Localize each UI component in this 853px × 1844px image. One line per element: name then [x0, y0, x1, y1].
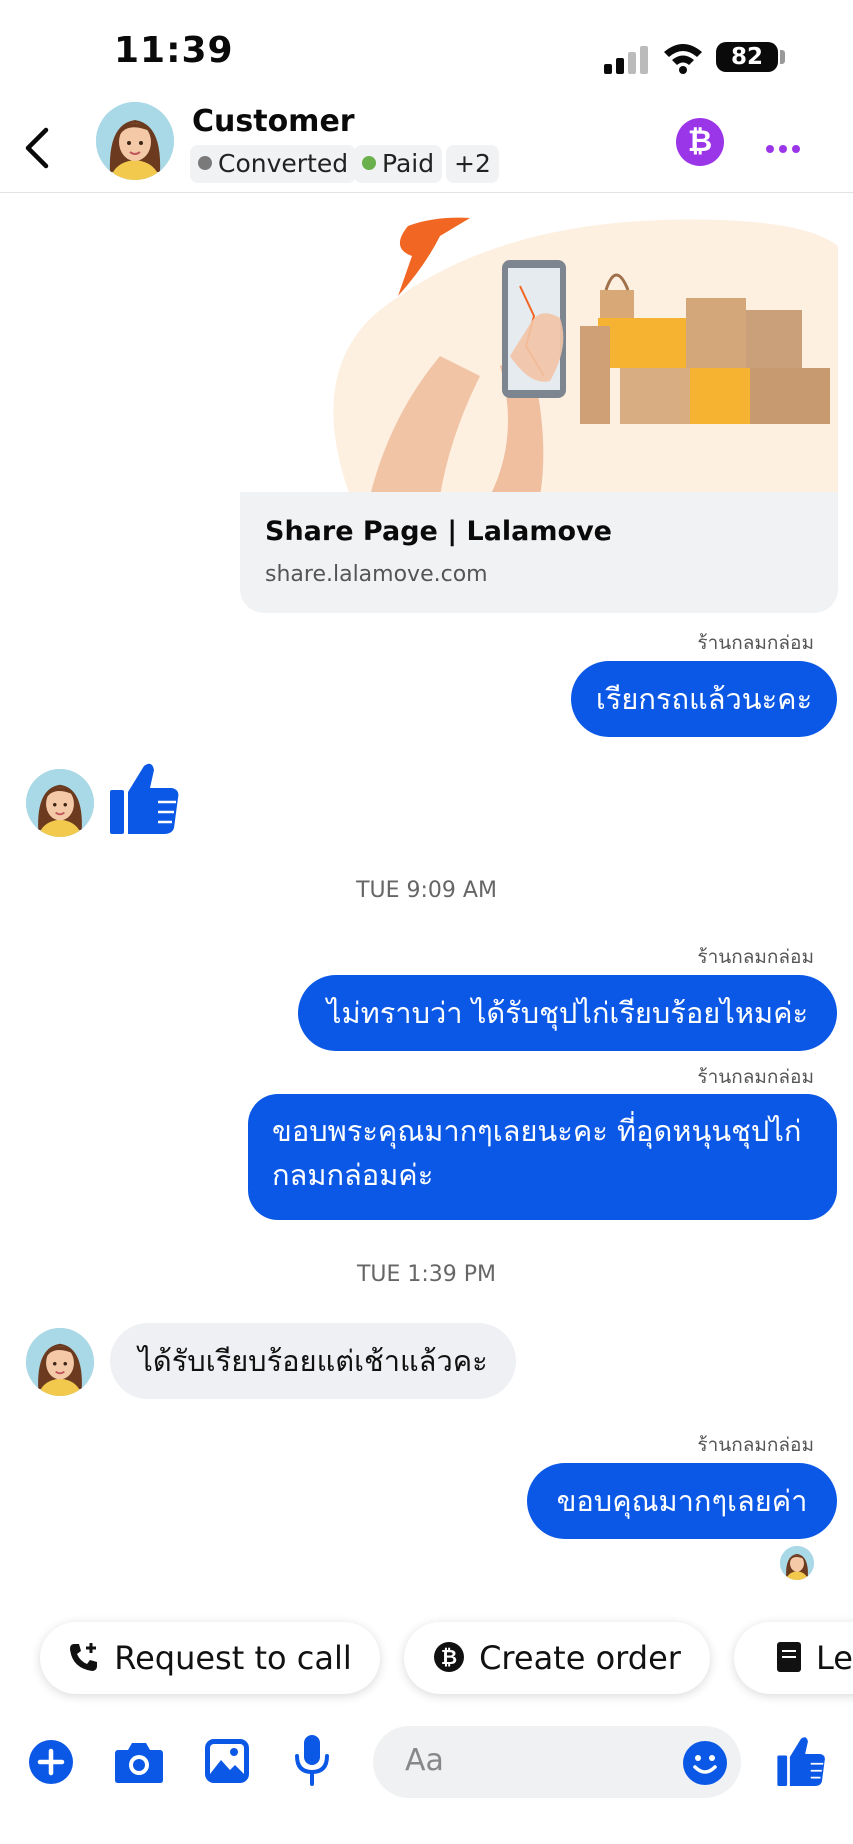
- contact-name[interactable]: Customer: [192, 104, 355, 139]
- sender-name: ร้านกลมกล่อม: [697, 1066, 814, 1088]
- tag-converted[interactable]: Converted: [190, 145, 357, 183]
- lead-chip[interactable]: Le: [734, 1622, 853, 1694]
- wifi-icon: [664, 44, 702, 74]
- tag-label: Paid: [382, 149, 435, 178]
- lalamove-illustration: [240, 206, 838, 496]
- cellular-signal-icon: [604, 46, 648, 74]
- timestamp: TUE 1:39 PM: [356, 1262, 497, 1287]
- link-card-footer: [240, 492, 838, 613]
- header-divider: [0, 192, 853, 193]
- thumbs-up-send-icon[interactable]: [776, 1734, 826, 1788]
- contact-avatar[interactable]: [96, 102, 174, 180]
- outgoing-message-bubble[interactable]: ขอบพระคุณมากๆเลยนะคะ ที่อุดหนุนชุปไก่ กล…: [248, 1094, 837, 1220]
- outgoing-message-bubble[interactable]: ขอบคุณมากๆเลยค่า: [527, 1463, 837, 1539]
- battery-indicator: 82: [716, 42, 778, 72]
- sender-name: ร้านกลมกล่อม: [697, 632, 814, 654]
- gallery-icon[interactable]: [204, 1738, 250, 1784]
- document-icon: [777, 1642, 801, 1672]
- outgoing-message-bubble[interactable]: ไม่ทราบว่า ได้รับชุปไก่เรียบร้อยไหมค่ะ: [298, 975, 837, 1051]
- tag-dot: [198, 156, 212, 170]
- bitcoin-icon[interactable]: ₿: [676, 118, 724, 166]
- camera-icon[interactable]: [114, 1740, 164, 1784]
- more-options-icon[interactable]: [766, 138, 805, 157]
- microphone-icon[interactable]: [294, 1734, 330, 1786]
- create-order-chip[interactable]: ₿ Create order: [404, 1622, 710, 1694]
- tag-more[interactable]: +2: [446, 145, 499, 183]
- woman-avatar-icon: [96, 102, 174, 180]
- thumbs-up-icon[interactable]: [108, 760, 180, 836]
- emoji-icon[interactable]: [682, 1740, 728, 1786]
- status-time: 11:39: [114, 30, 234, 71]
- message-line: กลมกล่อมค่ะ: [272, 1158, 434, 1192]
- sender-name: ร้านกลมกล่อม: [697, 946, 814, 968]
- chip-label: Le: [816, 1639, 853, 1677]
- battery-cap: [780, 50, 785, 64]
- sender-name: ร้านกลมกล่อม: [697, 1434, 814, 1456]
- contact-avatar-small: [26, 1328, 94, 1396]
- phone-add-icon: [70, 1643, 98, 1671]
- contact-avatar-small: [26, 769, 94, 837]
- bitcoin-icon: ₿: [434, 1642, 465, 1672]
- read-receipt-avatar: [780, 1546, 814, 1580]
- back-arrow-icon[interactable]: [22, 126, 52, 170]
- link-card-title[interactable]: Share Page | Lalamove: [265, 516, 612, 547]
- chip-label: Create order: [479, 1639, 681, 1677]
- tag-paid[interactable]: Paid: [354, 145, 443, 183]
- tag-label: Converted: [218, 149, 349, 178]
- woman-avatar-icon: [26, 769, 94, 837]
- link-card-url[interactable]: share.lalamove.com: [265, 562, 488, 587]
- svg-text:₿: ₿: [441, 1645, 457, 1669]
- woman-avatar-icon: [780, 1546, 814, 1580]
- woman-avatar-icon: [26, 1328, 94, 1396]
- timestamp: TUE 9:09 AM: [356, 878, 497, 903]
- request-to-call-chip[interactable]: Request to call: [40, 1622, 380, 1694]
- tag-dot: [362, 156, 376, 170]
- chip-label: Request to call: [114, 1639, 352, 1677]
- outgoing-message-bubble[interactable]: เรียกรถแล้วนะคะ: [571, 661, 837, 737]
- message-input-placeholder[interactable]: Aa: [405, 1743, 444, 1778]
- incoming-message-bubble[interactable]: ได้รับเรียบร้อยแต่เช้าแล้วคะ: [110, 1323, 516, 1399]
- plus-icon[interactable]: [28, 1739, 74, 1785]
- message-line: ขอบพระคุณมากๆเลยนะคะ ที่อุดหนุนชุปไก่: [272, 1114, 802, 1148]
